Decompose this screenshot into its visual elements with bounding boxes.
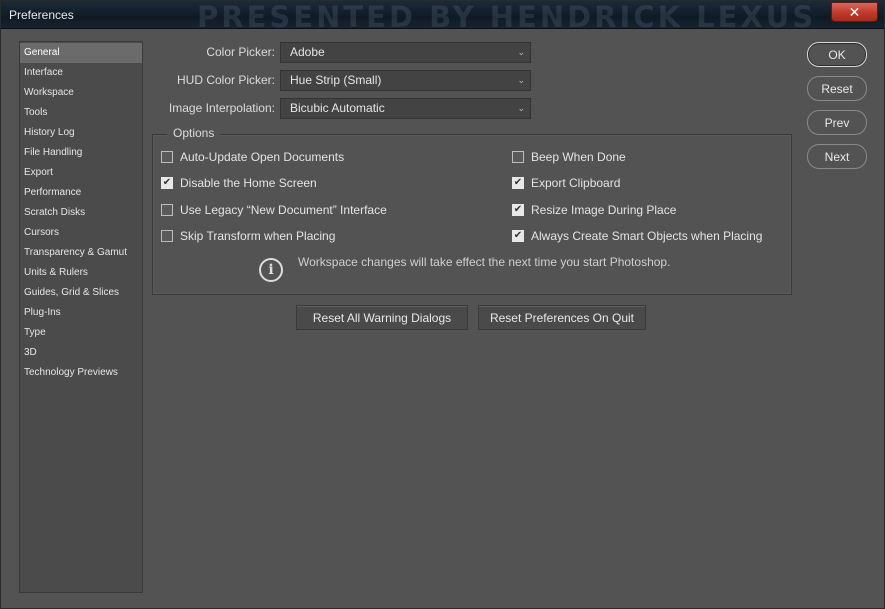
sidebar: General Interface Workspace Tools Histor…	[19, 41, 143, 593]
watermark-text: PRESENTED BY HENDRICK LEXUS	[197, 1, 817, 29]
sidebar-item-transparency-gamut[interactable]: Transparency & Gamut	[20, 243, 142, 263]
window-title: Preferences	[9, 8, 74, 22]
title-bar[interactable]: PRESENTED BY HENDRICK LEXUS Preferences …	[1, 1, 884, 29]
skip-transform-checkbox[interactable]	[161, 230, 173, 242]
beep-when-done-checkbox[interactable]	[512, 151, 524, 163]
sidebar-item-type[interactable]: Type	[20, 323, 142, 343]
legacy-new-document-checkbox[interactable]	[161, 204, 173, 216]
chevron-down-icon: ⌄	[517, 75, 525, 85]
disable-home-screen-label: Disable the Home Screen	[180, 176, 317, 190]
preferences-dialog: PRESENTED BY HENDRICK LEXUS Preferences …	[0, 0, 885, 609]
next-button[interactable]: Next	[807, 144, 867, 169]
sidebar-item-cursors[interactable]: Cursors	[20, 223, 142, 243]
sidebar-item-plug-ins[interactable]: Plug-Ins	[20, 303, 142, 323]
resize-image-label: Resize Image During Place	[531, 203, 677, 217]
sidebar-item-units-rulers[interactable]: Units & Rulers	[20, 263, 142, 283]
reset-button[interactable]: Reset	[807, 76, 867, 101]
sidebar-item-tools[interactable]: Tools	[20, 103, 142, 123]
sidebar-item-technology-previews[interactable]: Technology Previews	[20, 363, 142, 383]
chevron-down-icon: ⌄	[517, 47, 525, 57]
hud-color-picker-value: Hue Strip (Small)	[290, 73, 382, 87]
beep-when-done-label: Beep When Done	[531, 150, 626, 164]
hud-color-picker-select[interactable]: Hue Strip (Small) ⌄	[280, 70, 531, 91]
chevron-down-icon: ⌄	[517, 103, 525, 113]
auto-update-checkbox[interactable]	[161, 151, 173, 163]
sidebar-item-file-handling[interactable]: File Handling	[20, 143, 142, 163]
sidebar-item-history-log[interactable]: History Log	[20, 123, 142, 143]
ok-button[interactable]: OK	[807, 42, 867, 67]
auto-update-option[interactable]: Auto-Update Open Documents	[161, 150, 344, 164]
smart-objects-option[interactable]: ✔ Always Create Smart Objects when Placi…	[512, 229, 762, 243]
auto-update-label: Auto-Update Open Documents	[180, 150, 345, 164]
hud-color-picker-label: HUD Color Picker:	[176, 73, 275, 87]
image-interpolation-select[interactable]: Bicubic Automatic ⌄	[280, 98, 531, 119]
disable-home-screen-checkbox[interactable]: ✔	[161, 177, 173, 189]
reset-preferences-on-quit-button[interactable]: Reset Preferences On Quit	[478, 305, 646, 330]
sidebar-item-general[interactable]: General	[20, 43, 142, 63]
image-interpolation-label: Image Interpolation:	[168, 101, 275, 115]
info-message: Workspace changes will take effect the n…	[298, 255, 671, 269]
export-clipboard-option[interactable]: ✔ Export Clipboard	[512, 176, 620, 190]
sidebar-item-3d[interactable]: 3D	[20, 343, 142, 363]
beep-when-done-option[interactable]: Beep When Done	[512, 150, 626, 164]
sidebar-item-performance[interactable]: Performance	[20, 183, 142, 203]
info-icon: i	[259, 258, 283, 282]
color-picker-label: Color Picker:	[206, 45, 275, 59]
close-icon: ✕	[848, 3, 861, 20]
skip-transform-option[interactable]: Skip Transform when Placing	[161, 229, 335, 243]
resize-image-option[interactable]: ✔ Resize Image During Place	[512, 203, 676, 217]
color-picker-select[interactable]: Adobe ⌄	[280, 42, 531, 63]
prev-button[interactable]: Prev	[807, 110, 867, 135]
close-button[interactable]: ✕	[831, 2, 878, 22]
reset-all-warning-dialogs-button[interactable]: Reset All Warning Dialogs	[296, 305, 468, 330]
legacy-new-document-label: Use Legacy “New Document” Interface	[180, 203, 387, 217]
sidebar-item-workspace[interactable]: Workspace	[20, 83, 142, 103]
sidebar-item-guides-grid-slices[interactable]: Guides, Grid & Slices	[20, 283, 142, 303]
legacy-new-document-option[interactable]: Use Legacy “New Document” Interface	[161, 203, 387, 217]
smart-objects-checkbox[interactable]: ✔	[512, 230, 524, 242]
color-picker-value: Adobe	[290, 45, 325, 59]
export-clipboard-label: Export Clipboard	[531, 176, 621, 190]
sidebar-item-interface[interactable]: Interface	[20, 63, 142, 83]
sidebar-item-scratch-disks[interactable]: Scratch Disks	[20, 203, 142, 223]
export-clipboard-checkbox[interactable]: ✔	[512, 177, 524, 189]
smart-objects-label: Always Create Smart Objects when Placing	[531, 229, 763, 243]
skip-transform-label: Skip Transform when Placing	[180, 229, 336, 243]
disable-home-screen-option[interactable]: ✔ Disable the Home Screen	[161, 176, 317, 190]
image-interpolation-value: Bicubic Automatic	[290, 101, 385, 115]
sidebar-item-export[interactable]: Export	[20, 163, 142, 183]
options-legend: Options	[167, 126, 221, 140]
resize-image-checkbox[interactable]: ✔	[512, 204, 524, 216]
